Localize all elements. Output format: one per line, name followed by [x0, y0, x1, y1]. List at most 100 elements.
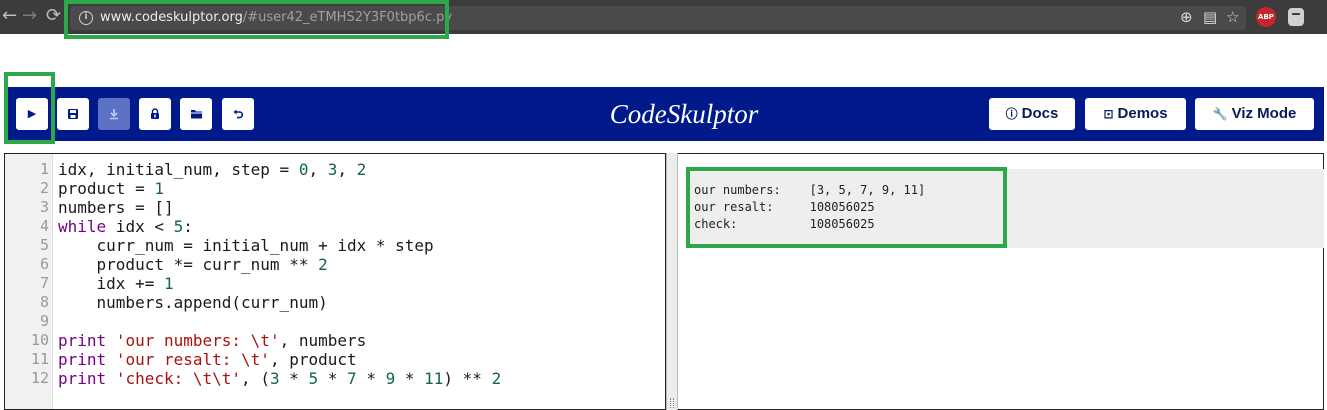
code-number: 2	[318, 255, 328, 274]
line-number: 12	[30, 369, 49, 387]
code-text: idx, initial_num, step =	[58, 160, 299, 179]
save-button[interactable]	[57, 98, 89, 130]
app-header: ▶ CodeSkulptor ⓘ Docs ⊡ Demos 🔧 Viz Mode	[4, 87, 1324, 141]
code-text: :	[183, 217, 193, 236]
code-line[interactable]: idx += 1	[58, 274, 174, 293]
viz-mode-button[interactable]: 🔧 Viz Mode	[1195, 98, 1314, 130]
code-line[interactable]: print 'our resalt: \t', product	[58, 350, 357, 369]
code-line[interactable]: while idx < 5:	[58, 217, 193, 236]
code-line[interactable]: numbers = []	[58, 198, 174, 217]
url-text[interactable]: www.codeskulptor.org/#user42_eTMHS2Y3F0t…	[100, 9, 452, 27]
output-console: our numbers: [3, 5, 7, 9, 11] our resalt…	[678, 153, 1324, 410]
output-line: our numbers: [3, 5, 7, 9, 11]	[694, 183, 926, 197]
output-line: our resalt: 108056025	[694, 200, 875, 214]
download-button[interactable]	[98, 98, 130, 130]
code-line[interactable]: print 'check: \t\t', (3 * 5 * 7 * 9 * 11…	[58, 369, 501, 388]
code-text: , product	[269, 350, 357, 369]
url-host: www.codeskulptor.org	[100, 10, 243, 25]
code-text: *	[318, 369, 348, 388]
splitter-grip-icon[interactable]	[670, 398, 674, 408]
output-panel: our numbers: [3, 5, 7, 9, 11] our resalt…	[686, 169, 1324, 248]
line-number: 2	[39, 179, 49, 197]
code-text: ,	[308, 160, 328, 179]
back-arrow-icon[interactable]: ←	[2, 5, 17, 27]
code-text: ) **	[443, 369, 492, 388]
code-text: idx +=	[58, 274, 164, 293]
url-path: /#user42_eTMHS2Y3F0tbp6c.py	[242, 10, 453, 25]
code-text: *	[356, 369, 386, 388]
play-icon: ▶	[27, 107, 37, 120]
line-number: 4	[39, 217, 49, 235]
translate-icon[interactable]: ▤	[1203, 7, 1217, 27]
code-text: , (	[241, 369, 270, 388]
code-string: 'our numbers: \t'	[115, 331, 280, 350]
line-number: 5	[39, 236, 49, 254]
code-editor[interactable]: 1 2 3 4 5 6 7 8 9 10 11 12 idx, initial_…	[4, 153, 666, 410]
code-line[interactable]: curr_num = initial_num + idx * step	[58, 236, 434, 255]
demos-label: Demos	[1117, 105, 1168, 122]
demos-button[interactable]: ⊡ Demos	[1085, 98, 1186, 130]
line-number: 7	[39, 274, 49, 292]
pane-splitter[interactable]	[666, 153, 678, 410]
reload-icon[interactable]: ⟳	[46, 5, 61, 27]
code-text: *	[395, 369, 425, 388]
docs-button[interactable]: ⓘ Docs	[989, 98, 1075, 130]
code-keyword: print	[58, 369, 107, 388]
code-text: numbers = []	[58, 198, 174, 217]
run-button[interactable]: ▶	[16, 98, 48, 130]
address-bar[interactable]: i www.codeskulptor.org/#user42_eTMHS2Y3F…	[70, 6, 1246, 30]
folder-icon	[190, 110, 202, 119]
line-number-gutter: 1 2 3 4 5 6 7 8 9 10 11 12	[5, 154, 53, 409]
code-string: 'our resalt: \t'	[115, 350, 270, 369]
fresh-url-button[interactable]	[139, 98, 171, 130]
info-icon: ⓘ	[1005, 107, 1018, 121]
code-text: , numbers	[279, 331, 367, 350]
line-number: 3	[39, 198, 49, 216]
code-line[interactable]: numbers.append(curr_num)	[58, 293, 328, 312]
site-info-icon[interactable]: i	[79, 11, 93, 25]
undo-icon	[233, 109, 244, 119]
download-icon	[110, 109, 118, 120]
code-text: idx <	[106, 217, 174, 236]
code-number: 2	[491, 369, 502, 388]
line-number: 9	[39, 312, 49, 330]
code-line[interactable]: print 'our numbers: \t', numbers	[58, 331, 366, 350]
line-number: 10	[30, 331, 49, 349]
code-line[interactable]: product = 1	[58, 179, 164, 198]
code-line[interactable]: product *= curr_num ** 2	[58, 255, 328, 274]
extension-icon[interactable]	[1288, 8, 1304, 26]
lock-icon	[151, 108, 159, 119]
code-text: curr_num = initial_num + idx * step	[58, 236, 434, 255]
code-text: product *= curr_num **	[58, 255, 319, 274]
code-keyword: print	[58, 350, 107, 369]
code-text: *	[279, 369, 309, 388]
code-text: product =	[58, 179, 155, 198]
docs-label: Docs	[1021, 105, 1059, 122]
bookmark-star-icon[interactable]: ☆	[1226, 7, 1239, 27]
line-number: 8	[39, 293, 49, 311]
adblock-icon[interactable]: ABP	[1256, 7, 1276, 27]
wrench-icon: 🔧	[1212, 107, 1228, 121]
code-line[interactable]: idx, initial_num, step = 0, 3, 2	[58, 160, 366, 179]
code-number: 9	[385, 369, 396, 388]
code-number: 1	[154, 179, 164, 198]
app-logo: CodeSkulptor	[609, 99, 759, 129]
code-number: 11	[424, 369, 444, 388]
code-number: 3	[269, 369, 280, 388]
open-local-button[interactable]	[180, 98, 212, 130]
zoom-icon[interactable]: ⊕	[1180, 7, 1193, 27]
save-icon	[68, 109, 78, 119]
code-keyword: while	[58, 217, 107, 236]
viz-mode-label: Viz Mode	[1231, 105, 1297, 122]
code-number: 7	[347, 369, 357, 388]
code-number: 1	[163, 274, 174, 293]
forward-arrow-icon[interactable]: →	[22, 5, 37, 27]
reset-button[interactable]	[222, 98, 254, 130]
code-number: 5	[173, 217, 184, 236]
code-number: 5	[308, 369, 319, 388]
code-keyword: print	[58, 331, 107, 350]
code-text: numbers.append(curr_num)	[58, 293, 328, 312]
